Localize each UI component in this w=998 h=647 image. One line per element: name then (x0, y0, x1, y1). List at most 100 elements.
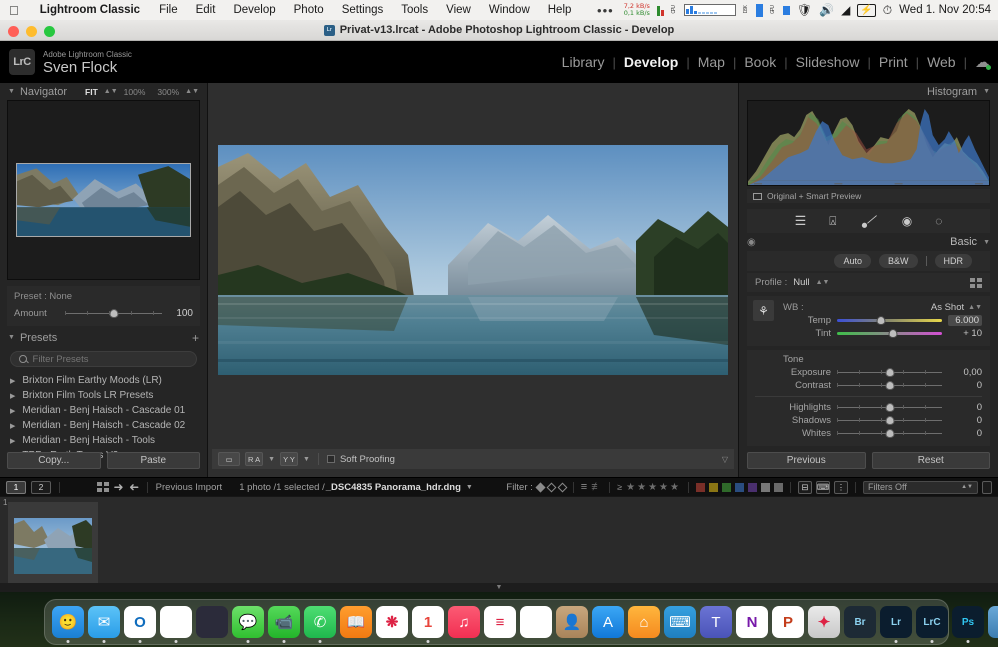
filename-caret-icon[interactable]: ▼ (466, 484, 473, 491)
rating-stars[interactable]: ★★★★★ (626, 482, 681, 493)
dock-app-lightroom-classic[interactable]: LrC (916, 606, 948, 638)
panel-toggle-icon[interactable]: ◉ (747, 237, 756, 248)
module-library[interactable]: Library (554, 54, 613, 70)
dock-app-outlook[interactable]: O (124, 606, 156, 638)
flag-reject-icon[interactable] (557, 482, 567, 492)
dock-app-music[interactable]: ♫ (448, 606, 480, 638)
zoom-fit-stepper-icon[interactable]: ▲▼ (104, 88, 118, 95)
presets-header[interactable]: ▼ Presets + (0, 329, 207, 346)
menu-photo[interactable]: Photo (285, 4, 333, 16)
wb-row[interactable]: WB : As Shot ▲▼ (755, 300, 982, 314)
hdr-button[interactable]: HDR (935, 254, 973, 268)
loupe-view-icon[interactable]: ▭ (218, 452, 240, 466)
wb-value[interactable]: As Shot (931, 302, 964, 313)
preset-filter-input[interactable] (33, 354, 188, 365)
color-label-custom[interactable] (774, 483, 783, 492)
basic-panel-header[interactable]: ◉ Basic ▼ (739, 233, 998, 251)
dock-app-preview[interactable] (988, 606, 998, 638)
window-traffic-lights[interactable] (8, 26, 55, 37)
dock-app-notes[interactable] (520, 606, 552, 638)
shadows-slider-row[interactable]: Shadows 0 (755, 414, 982, 427)
filmstrip-thumbnail-cell[interactable] (8, 502, 98, 588)
dock-app-messages[interactable]: 💬 (232, 606, 264, 638)
screen-1-button[interactable]: 1 (6, 481, 26, 494)
color-label-red[interactable] (696, 483, 705, 492)
profile-value[interactable]: Null (793, 277, 809, 288)
highlights-slider-row[interactable]: Highlights 0 (755, 401, 982, 414)
gpu-monitor-icon[interactable] (783, 6, 790, 15)
color-label-yellow[interactable] (709, 483, 718, 492)
expand-triangle-icon[interactable]: ▶ (10, 422, 15, 430)
panel-toggle-icon[interactable] (982, 481, 992, 494)
tint-value[interactable]: + 10 (948, 328, 982, 339)
filmstrip-filename[interactable]: _DSC4835 Panorama_hdr.dng (326, 482, 461, 493)
exposure-value[interactable]: 0,00 (948, 367, 982, 378)
before-after-split-icon[interactable]: Y Y (280, 452, 298, 466)
whites-slider[interactable] (837, 433, 942, 434)
red-eye-icon[interactable]: ◉ (902, 214, 912, 228)
paste-button[interactable]: Paste (107, 452, 201, 469)
collapse-triangle-icon[interactable]: ▼ (8, 334, 15, 341)
color-label-none[interactable] (761, 483, 770, 492)
add-preset-icon[interactable]: + (192, 331, 199, 345)
navigator-preview[interactable] (7, 100, 200, 280)
loupe-image-container[interactable] (218, 145, 728, 375)
whites-slider-row[interactable]: Whites 0 (755, 427, 982, 440)
rating-operator[interactable]: ≥ (617, 482, 622, 492)
dock-app-facetime[interactable]: 📹 (268, 606, 300, 638)
menu-window[interactable]: Window (480, 4, 539, 16)
highlights-value[interactable]: 0 (948, 402, 982, 413)
volume-icon[interactable]: 🔊 (819, 3, 834, 17)
dock-app-photoshop[interactable]: Ps (952, 606, 984, 638)
exposure-slider-row[interactable]: Exposure 0,00 (755, 366, 982, 379)
amount-value[interactable]: 100 (169, 308, 193, 319)
dock-app-contacts[interactable]: 👤 (556, 606, 588, 638)
split-caret-icon[interactable]: ▼ (303, 456, 310, 463)
histogram-panel[interactable] (747, 100, 990, 186)
expand-triangle-icon[interactable]: ▶ (10, 392, 15, 400)
dock-app-onenote[interactable]: N (736, 606, 768, 638)
amount-slider[interactable] (65, 313, 162, 314)
collapse-triangle-icon[interactable]: ▼ (8, 88, 15, 95)
crop-icon[interactable]: ⍓ (829, 214, 836, 229)
disk-monitor-icon[interactable] (756, 4, 763, 17)
temp-value[interactable]: 6.000 (948, 315, 982, 326)
menu-help[interactable]: Help (539, 4, 581, 16)
zoom-100-button[interactable]: 100% (118, 87, 152, 97)
healing-icon[interactable]: ●— (857, 209, 881, 232)
menu-file[interactable]: File (150, 4, 187, 16)
memory-monitor-icon[interactable] (657, 4, 664, 16)
close-window-button[interactable] (8, 26, 19, 37)
menu-app-name[interactable]: Lightroom Classic (30, 4, 150, 16)
dock-app-finder[interactable]: 🙂 (52, 606, 84, 638)
zoom-level-stepper-icon[interactable]: ▲▼ (185, 88, 199, 95)
bw-button[interactable]: B&W (879, 254, 918, 268)
wifi-icon[interactable]: ◢ (841, 3, 850, 17)
dock-app-mail[interactable]: ✉ (88, 606, 120, 638)
filter-flag-icon[interactable]: ⌨ (816, 481, 830, 494)
histogram-header[interactable]: Histogram ▼ (739, 83, 998, 100)
flag-pick-icon[interactable] (535, 482, 545, 492)
identity-plate[interactable]: LrC Adobe Lightroom Classic Sven Flock (0, 49, 132, 76)
temp-slider[interactable] (837, 319, 942, 322)
color-label-blue[interactable] (735, 483, 744, 492)
contrast-value[interactable]: 0 (948, 380, 982, 391)
minimize-window-button[interactable] (26, 26, 37, 37)
dock-app-lightroom[interactable]: Lr (880, 606, 912, 638)
module-map[interactable]: Map (690, 54, 733, 70)
color-label-green[interactable] (722, 483, 731, 492)
tint-slider-row[interactable]: Tint + 10 (755, 327, 982, 340)
dock-app-vscode[interactable]: ⌨ (664, 606, 696, 638)
dock-app-home[interactable]: ⌂ (628, 606, 660, 638)
dock-app-bridge[interactable]: Br (844, 606, 876, 638)
module-book[interactable]: Book (736, 54, 784, 70)
network-speed-indicator[interactable]: 7,2 kB/s 0,1 kB/s (624, 3, 650, 18)
copy-button[interactable]: Copy... (7, 452, 101, 469)
collapse-triangle-icon[interactable]: ▼ (983, 88, 990, 95)
dock-app-powerpoint[interactable]: P (772, 606, 804, 638)
profile-browser-icon[interactable] (970, 278, 982, 288)
filmstrip-source[interactable]: Previous Import (156, 482, 223, 493)
filmstrip-thumbnail[interactable] (14, 518, 92, 574)
color-label-purple[interactable] (748, 483, 757, 492)
filmstrip-resize-handle[interactable]: ▼ (0, 583, 998, 592)
